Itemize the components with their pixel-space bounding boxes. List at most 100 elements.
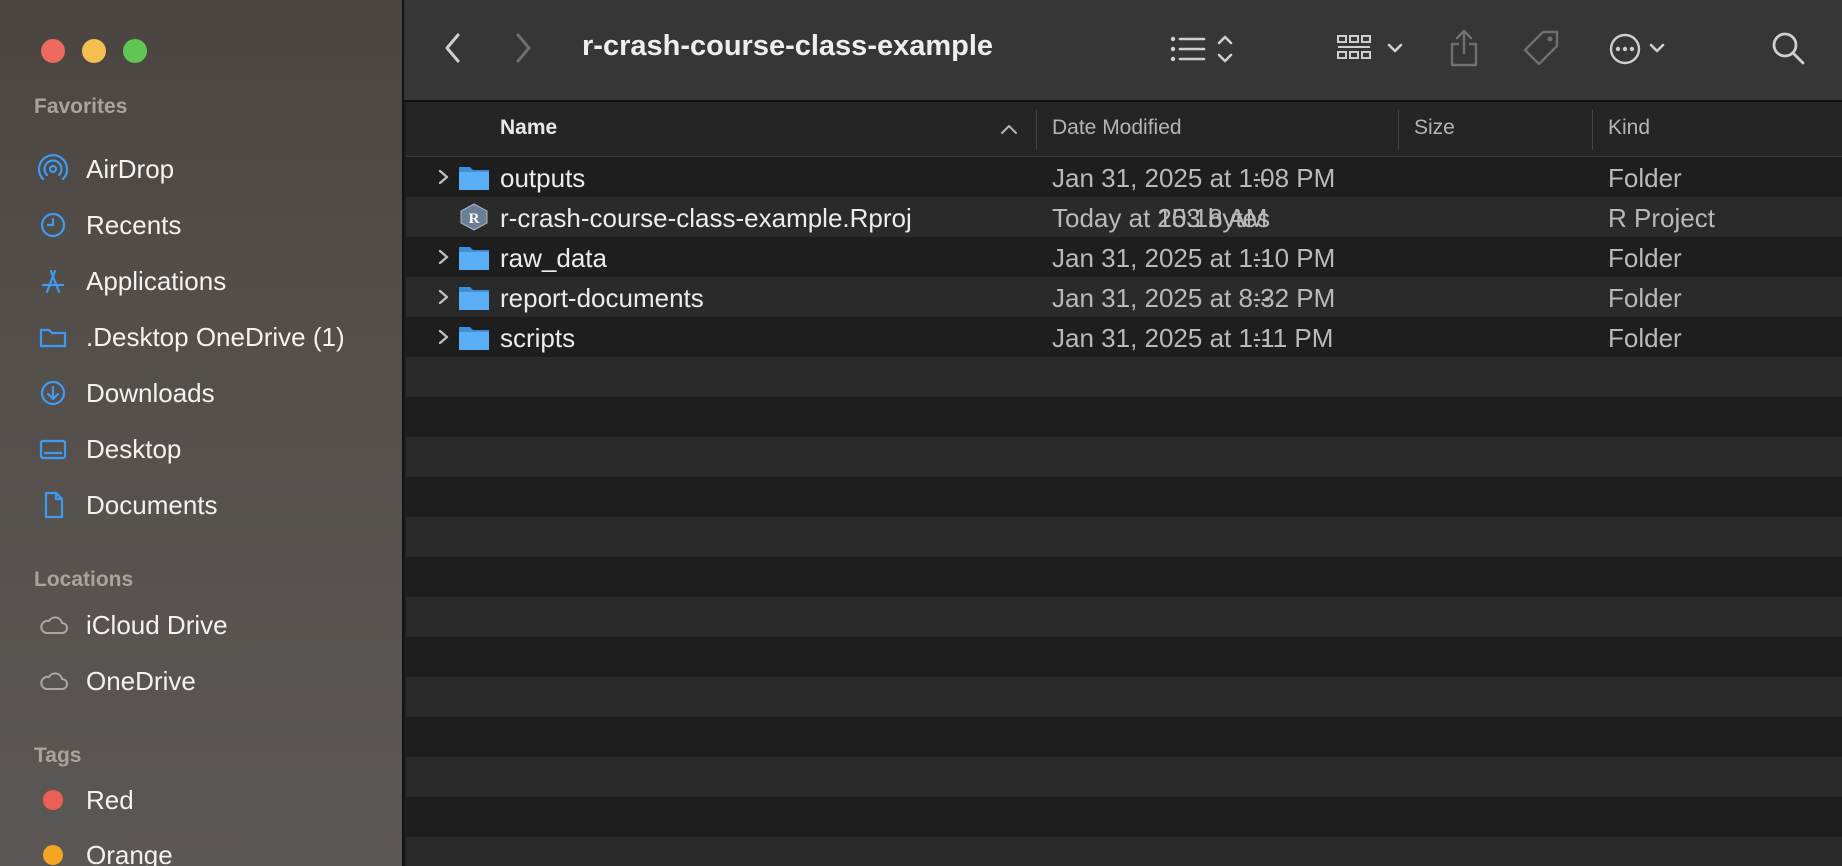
row-stripe	[406, 837, 1842, 866]
sidebar-item-onedrive[interactable]: OneDrive	[36, 661, 196, 701]
file-date-modified: Jan 31, 2025 at 1:10 PM	[1052, 243, 1336, 273]
sidebar-tag-red[interactable]: Red	[36, 780, 134, 820]
sidebar-item-label: OneDrive	[86, 665, 196, 696]
file-date-modified: Jan 31, 2025 at 8:32 PM	[1052, 283, 1336, 313]
list-view-button[interactable]	[1166, 30, 1246, 68]
chevron-left-icon	[445, 33, 460, 63]
download-icon	[36, 376, 70, 410]
forward-button[interactable]	[508, 30, 538, 66]
share-button[interactable]	[1444, 26, 1484, 70]
row-stripe	[406, 637, 1842, 677]
column-separator[interactable]	[1398, 110, 1399, 150]
sidebar-item-label: Orange	[86, 839, 173, 866]
sidebar-item-label: Downloads	[86, 377, 215, 408]
close-button[interactable]	[41, 39, 65, 63]
row-stripe	[406, 477, 1842, 517]
file-kind: R Project	[1608, 203, 1715, 233]
sidebar-item-label: AirDrop	[86, 153, 175, 184]
file-size: 253 bytes	[1157, 203, 1270, 233]
tag-icon	[1523, 30, 1559, 66]
sidebar: Favorites AirDrop Recents Applications .…	[0, 0, 404, 866]
ellipsis-circle-icon	[1609, 33, 1665, 65]
tags-button[interactable]	[1520, 28, 1564, 68]
disclosure-triangle-icon[interactable]	[436, 285, 452, 309]
group-button[interactable]	[1334, 30, 1408, 68]
finder-window: Favorites AirDrop Recents Applications .…	[0, 0, 1842, 866]
sidebar-item-documents[interactable]: Documents	[36, 485, 218, 525]
sidebar-item-label: Desktop	[86, 433, 182, 464]
sidebar-item-airdrop[interactable]: AirDrop	[36, 149, 174, 189]
file-name: report-documents	[500, 283, 704, 313]
file-name: scripts	[500, 323, 576, 353]
column-header-date-modified[interactable]: Date Modified	[1052, 116, 1182, 140]
file-date-modified: Jan 31, 2025 at 1:08 PM	[1052, 163, 1336, 193]
disclosure-triangle-icon[interactable]	[436, 245, 452, 269]
file-name: outputs	[500, 163, 586, 193]
disclosure-triangle-icon[interactable]	[436, 165, 452, 189]
row-stripe	[406, 397, 1842, 437]
svg-text:R: R	[469, 211, 480, 227]
column-header-kind[interactable]: Kind	[1608, 116, 1650, 140]
airdrop-icon	[36, 152, 70, 186]
file-kind: Folder	[1608, 283, 1682, 313]
row-stripe	[406, 677, 1842, 717]
more-actions-button[interactable]	[1606, 30, 1672, 68]
search-icon	[1772, 32, 1805, 65]
zoom-button[interactable]	[123, 39, 147, 63]
sidebar-item-desktop-onedrive[interactable]: .Desktop OneDrive (1)	[36, 317, 345, 357]
row-stripe	[406, 557, 1842, 597]
tag-color-dot	[43, 845, 63, 865]
sidebar-item-label: Red	[86, 784, 134, 815]
file-row-outputs[interactable]: outputs Jan 31, 2025 at 1:08 PM -- Folde…	[406, 157, 1842, 197]
file-kind: Folder	[1608, 243, 1682, 273]
locations-section-label: Locations	[34, 568, 134, 591]
desktop-icon	[36, 432, 70, 466]
sidebar-item-downloads[interactable]: Downloads	[36, 373, 215, 413]
sidebar-item-label: Recents	[86, 209, 182, 240]
sidebar-item-label: iCloud Drive	[86, 609, 228, 640]
folder-icon	[459, 167, 489, 190]
r-project-file-icon: R	[460, 203, 488, 231]
grid-group-icon	[1337, 35, 1403, 59]
clock-icon	[36, 208, 70, 242]
file-date-modified: Jan 31, 2025 at 1:11 PM	[1052, 323, 1334, 353]
sidebar-item-recents[interactable]: Recents	[36, 205, 181, 245]
sidebar-item-label: Documents	[86, 489, 218, 520]
file-row-raw-data[interactable]: raw_data Jan 31, 2025 at 1:10 PM -- Fold…	[406, 237, 1842, 277]
favorites-section-label: Favorites	[34, 95, 128, 118]
file-kind: Folder	[1608, 323, 1682, 353]
file-row-rproj[interactable]: R r-crash-course-class-example.Rproj Tod…	[406, 197, 1842, 237]
sidebar-item-icloud-drive[interactable]: iCloud Drive	[36, 605, 228, 645]
column-header: Name Date Modified Size Kind	[406, 102, 1842, 157]
file-row-report-documents[interactable]: report-documents Jan 31, 2025 at 8:32 PM…	[406, 277, 1842, 317]
toolbar: r-crash-course-class-example	[404, 0, 1842, 102]
applications-icon	[36, 264, 70, 298]
column-header-size[interactable]: Size	[1414, 116, 1455, 140]
row-stripe	[406, 597, 1842, 637]
file-row-scripts[interactable]: scripts Jan 31, 2025 at 1:11 PM -- Folde…	[406, 317, 1842, 357]
disclosure-triangle-icon[interactable]	[436, 325, 452, 349]
window-controls	[41, 39, 147, 63]
cloud-icon	[36, 608, 70, 642]
sidebar-item-label: Applications	[86, 265, 227, 296]
folder-icon	[36, 320, 70, 354]
file-name: raw_data	[500, 243, 607, 273]
file-name: r-crash-course-class-example.Rproj	[500, 203, 912, 233]
sidebar-item-applications[interactable]: Applications	[36, 261, 226, 301]
row-stripe	[406, 437, 1842, 477]
folder-icon	[459, 287, 489, 310]
sidebar-tag-orange[interactable]: Orange	[36, 835, 173, 866]
row-stripe	[406, 757, 1842, 797]
file-size: --	[1252, 243, 1270, 273]
window-title: r-crash-course-class-example	[582, 30, 994, 62]
column-header-name[interactable]: Name	[500, 116, 557, 140]
column-separator[interactable]	[1036, 110, 1037, 150]
search-button[interactable]	[1768, 28, 1808, 68]
share-icon	[1450, 29, 1478, 67]
minimize-button[interactable]	[82, 39, 106, 63]
column-separator[interactable]	[1592, 110, 1593, 150]
back-button[interactable]	[438, 30, 468, 66]
document-icon	[36, 488, 70, 522]
sidebar-item-desktop[interactable]: Desktop	[36, 429, 181, 469]
sidebar-item-label: .Desktop OneDrive (1)	[86, 321, 345, 352]
